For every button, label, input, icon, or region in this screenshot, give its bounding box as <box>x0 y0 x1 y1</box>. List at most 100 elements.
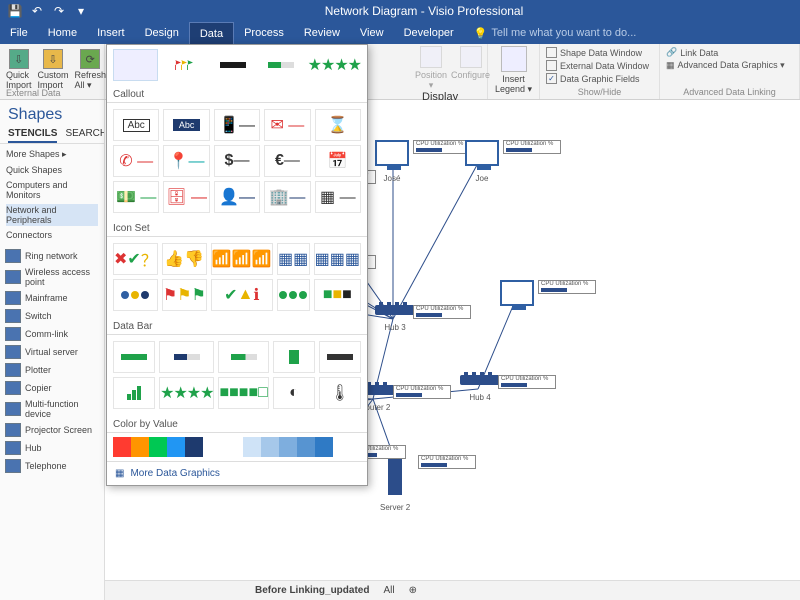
refresh-all-button[interactable]: ⟳ Refresh All ▾ <box>73 47 109 93</box>
databar-3[interactable] <box>218 341 268 373</box>
callout-phone[interactable]: 📱— <box>214 109 260 141</box>
callout-calendar[interactable]: 📅 <box>315 145 361 177</box>
tell-me[interactable]: 💡 Tell me what you want to do... <box>464 22 647 44</box>
menu-view[interactable]: View <box>350 22 394 44</box>
menu-file[interactable]: File <box>0 22 38 44</box>
save-icon[interactable]: 💾 <box>8 4 22 18</box>
toggle-shape_data_window[interactable]: Shape Data Window <box>546 46 653 59</box>
iconset-flags[interactable]: ⚑⚑⚑ <box>162 279 207 311</box>
menu-home[interactable]: Home <box>38 22 87 44</box>
position-button[interactable]: Position ▾ <box>415 70 447 91</box>
stencil-telephone[interactable]: Telephone <box>2 457 102 475</box>
callout-euro[interactable]: € — <box>264 145 310 177</box>
position-icon <box>420 46 442 68</box>
color-swatch-2[interactable] <box>237 433 367 461</box>
iconset-grid3[interactable]: ▦▦ <box>277 243 310 275</box>
menu-process[interactable]: Process <box>234 22 294 44</box>
graphic-stars[interactable]: ★★★★ <box>308 49 361 81</box>
undo-icon[interactable]: ↶ <box>30 4 44 18</box>
menu-data[interactable]: Data <box>189 22 234 44</box>
stencil-mainframe[interactable]: Mainframe <box>2 289 102 307</box>
node-server2[interactable]: CPU Utilization %Server 2 <box>380 455 410 512</box>
callout-pin[interactable]: 📍— <box>163 145 209 177</box>
graphic-halfbar[interactable] <box>259 49 304 81</box>
callout-hourglass[interactable]: ⌛ <box>315 109 361 141</box>
menu-insert[interactable]: Insert <box>87 22 135 44</box>
callout-mail[interactable]: ✉ — <box>264 109 310 141</box>
databar-2[interactable] <box>159 341 214 373</box>
node-jose[interactable]: CPU Utilization %José <box>375 140 409 183</box>
databar-stack[interactable] <box>113 377 155 409</box>
callout-label[interactable]: Abc <box>163 109 209 141</box>
stencil-virtual-server[interactable]: Virtual server <box>2 343 102 361</box>
menu-developer[interactable]: Developer <box>394 22 464 44</box>
toggle-external_data_window[interactable]: External Data Window <box>546 59 653 72</box>
stencil-hub[interactable]: Hub <box>2 439 102 457</box>
stencil-wireless-access-point[interactable]: Wireless access point <box>2 265 102 289</box>
tab-stencils[interactable]: STENCILS <box>8 126 57 143</box>
databar-4[interactable] <box>273 341 315 373</box>
sheet-add-button[interactable]: ⊕ <box>409 585 417 596</box>
iconset-dots-green[interactable] <box>277 279 310 311</box>
configure-button[interactable]: Configure <box>451 70 490 80</box>
category-more-shapes-[interactable]: More Shapes ▸ <box>6 148 98 161</box>
graphic-none[interactable] <box>113 49 158 81</box>
tab-search[interactable]: SEARCH <box>65 126 105 143</box>
node-hub3[interactable]: CPU Utilization %Hub 3 <box>375 305 415 332</box>
callout-money[interactable]: 💵 — <box>113 181 159 213</box>
databar-5[interactable] <box>319 341 361 373</box>
color-swatch-1[interactable] <box>107 433 237 461</box>
callout-database[interactable]: 🗄 — <box>163 181 209 213</box>
callout-text[interactable]: Abc <box>113 109 159 141</box>
stencil-icon <box>5 441 21 455</box>
databar-1[interactable] <box>113 341 155 373</box>
graphic-flags[interactable] <box>162 49 207 81</box>
stencil-multi-function-device[interactable]: Multi-function device <box>2 397 102 421</box>
section-iconset: Icon Set <box>107 219 367 237</box>
redo-icon[interactable]: ↷ <box>52 4 66 18</box>
stencil-switch[interactable]: Switch <box>2 307 102 325</box>
callout-person[interactable]: 👤— <box>214 181 260 213</box>
iconset-pie[interactable] <box>113 279 158 311</box>
category-connectors[interactable]: Connectors <box>6 229 98 241</box>
custom-import-button[interactable]: ⇩ Custom Import <box>36 47 71 92</box>
advanced-data-graphics-button[interactable]: ▦Advanced Data Graphics ▾ <box>666 59 793 72</box>
callout-building[interactable]: 🏢— <box>264 181 310 213</box>
stencil-ring-network[interactable]: Ring network <box>2 247 102 265</box>
category-network-and-peripherals[interactable]: Network and Peripherals <box>6 204 98 226</box>
iconset-squares[interactable]: ■■■ <box>314 279 361 311</box>
databar-gauge[interactable]: ◐ <box>273 377 315 409</box>
stencil-projector-screen[interactable]: Projector Screen <box>2 421 102 439</box>
checkbox-icon <box>546 60 557 71</box>
stencil-comm-link[interactable]: Comm-link <box>2 325 102 343</box>
iconset-grid4[interactable]: ▦▦▦ <box>314 243 361 275</box>
node-pc-right[interactable]: CPU Utilization % <box>500 280 534 314</box>
node-joe[interactable]: CPU Utilization %Joe <box>465 140 499 183</box>
callout-call[interactable]: ✆ — <box>113 145 159 177</box>
sheet-tab-active[interactable]: Before Linking_updated <box>255 585 369 596</box>
menu-review[interactable]: Review <box>294 22 350 44</box>
node-hub4[interactable]: CPU Utilization %Hub 4 <box>460 375 500 402</box>
menu-design[interactable]: Design <box>135 22 189 44</box>
sheet-tab-all[interactable]: All <box>383 585 394 596</box>
graphic-bar[interactable] <box>210 49 255 81</box>
insert-legend-button[interactable]: Insert Legend ▾ <box>490 74 537 95</box>
link-data-button[interactable]: 🔗Link Data <box>666 46 793 59</box>
category-quick-shapes[interactable]: Quick Shapes <box>6 164 98 176</box>
quick-import-button[interactable]: ⇩ Quick Import <box>4 47 34 92</box>
iconset-signs[interactable]: ✔▲ℹ <box>211 279 273 311</box>
stencil-copier[interactable]: Copier <box>2 379 102 397</box>
iconset-xvq[interactable]: ✖✔？ <box>113 243 158 275</box>
category-computers-and-monitors[interactable]: Computers and Monitors <box>6 179 98 201</box>
callout-chip[interactable]: ▦ — <box>315 181 361 213</box>
qat-dropdown-icon[interactable]: ▾ <box>74 4 88 18</box>
iconset-wifi[interactable]: 📶📶📶 <box>211 243 273 275</box>
databar-thermo[interactable]: 🌡 <box>319 377 361 409</box>
stencil-plotter[interactable]: Plotter <box>2 361 102 379</box>
toggle-data_graphic_fields[interactable]: ✓Data Graphic Fields <box>546 72 653 85</box>
databar-boxes[interactable]: ■■■■□ <box>218 377 268 409</box>
iconset-thumbs[interactable]: 👍👎 <box>162 243 207 275</box>
more-data-graphics[interactable]: ▦ More Data Graphics <box>107 461 367 485</box>
databar-stars[interactable]: ★★★★ <box>159 377 214 409</box>
callout-dollar[interactable]: $ — <box>214 145 260 177</box>
